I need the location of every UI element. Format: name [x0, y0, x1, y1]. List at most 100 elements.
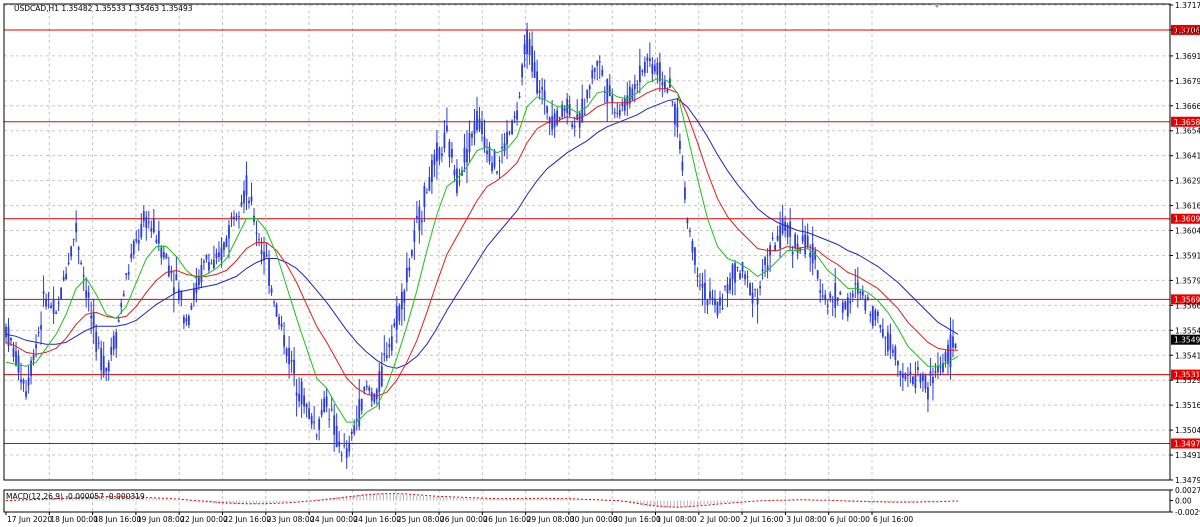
price-tick-label: 1.36415 — [1175, 152, 1200, 161]
candle-body — [55, 312, 58, 314]
candle-body — [270, 288, 273, 293]
candle-body — [160, 247, 163, 258]
candle-body — [724, 285, 726, 287]
candle-body — [45, 298, 47, 307]
candle-body — [824, 294, 827, 301]
candle-body — [182, 316, 185, 324]
candle-body — [947, 344, 949, 364]
candle-body — [456, 168, 458, 194]
candle-body — [187, 315, 190, 326]
scroll-marker[interactable] — [934, 4, 940, 8]
candle-body — [27, 377, 30, 386]
candle-body — [806, 235, 809, 246]
price-tick-label: 1.35290 — [1175, 376, 1200, 385]
candle-body — [30, 360, 32, 377]
price-tick-label: 1.36665 — [1175, 102, 1200, 111]
time-tick-label: 2 Jul 00:00 — [700, 515, 740, 524]
candle-body — [493, 150, 496, 168]
candle-body — [681, 161, 684, 171]
price-tick-label: 1.35165 — [1175, 401, 1200, 410]
candle-body — [954, 343, 957, 348]
candle-body — [851, 293, 854, 297]
candle-body — [939, 366, 942, 368]
candle-body — [418, 206, 421, 231]
candle-body — [741, 262, 744, 272]
candle-body — [205, 254, 208, 260]
candle-body — [315, 435, 318, 437]
candle-body — [593, 68, 596, 72]
candle-body — [115, 332, 118, 349]
candle-body — [393, 323, 396, 327]
candle-body — [423, 185, 426, 208]
candle-body — [213, 259, 215, 269]
candle-body — [513, 116, 516, 118]
candle-body — [340, 454, 343, 456]
macd-tick-label: -0.00295 — [1175, 508, 1200, 517]
candle-body — [436, 142, 438, 162]
candle-body — [373, 393, 376, 403]
candle-body — [831, 300, 834, 302]
candle-body — [127, 272, 130, 275]
candle-body — [47, 295, 50, 297]
price-tick-label: 1.35790 — [1175, 276, 1200, 285]
candle-body — [238, 216, 240, 218]
price-tick-label: 1.34915 — [1175, 451, 1200, 460]
candle-body — [343, 445, 346, 447]
chart-labels: USDCAD,H1 1.35482 1.35533 1.35463 1.3549… — [6, 4, 193, 501]
price-tick-label: 1.35415 — [1175, 351, 1200, 360]
candle-body — [403, 290, 406, 303]
chart-axes: 17 Jun 202018 Jun 00:0018 Jun 16:0019 Ju… — [3, 1, 1200, 524]
candle-body — [385, 355, 388, 359]
candle-body — [243, 190, 245, 204]
candle-body — [864, 298, 867, 311]
candle-body — [338, 441, 341, 447]
horizontal-levels[interactable]: 1.370451.365851.360991.356951.353181.349… — [4, 24, 1200, 449]
candle-body — [759, 286, 761, 289]
candle-body — [165, 254, 168, 259]
candle-body — [390, 336, 393, 351]
time-tick-label: 1 Jul 08:00 — [657, 515, 697, 524]
candle-body — [784, 222, 787, 231]
candle-body — [150, 228, 153, 232]
candle-body — [298, 394, 301, 402]
candle-body — [779, 225, 782, 249]
usdcad-chart: 1.370451.365851.360991.356951.353181.349… — [3, 1, 1200, 524]
candle-body — [816, 270, 819, 279]
candle-body — [233, 216, 235, 219]
candle-body — [471, 133, 473, 138]
candle-body — [771, 237, 774, 239]
time-tick-label: 30 Jun 00:00 — [570, 515, 618, 524]
candle-body — [568, 103, 571, 116]
candle-body — [511, 120, 513, 135]
candle-body — [912, 376, 914, 384]
candle-body — [651, 64, 654, 74]
candle-body — [538, 90, 541, 93]
candle-body — [949, 334, 952, 368]
candle-body — [496, 171, 498, 174]
candle-body — [313, 421, 316, 423]
chart-grid — [4, 4, 1170, 512]
candle-body — [210, 263, 213, 265]
candle-body — [553, 113, 556, 128]
candle-body — [323, 398, 326, 413]
candle-body — [641, 70, 644, 72]
candle-body — [293, 359, 296, 374]
candle-body — [546, 106, 549, 113]
candle-body — [415, 215, 418, 219]
price-tick-label: 1.36290 — [1175, 177, 1200, 186]
candle-body — [684, 187, 686, 200]
candle-body — [906, 374, 909, 376]
candle-body — [370, 391, 373, 401]
candle-body — [658, 62, 661, 82]
candle-body — [674, 103, 676, 125]
candle-body — [333, 415, 336, 435]
candle-body — [70, 246, 73, 257]
candle-body — [696, 275, 699, 277]
candle-body — [596, 60, 599, 66]
price-tick-label: 1.36165 — [1175, 202, 1200, 211]
candle-body — [791, 251, 794, 255]
candle-body — [100, 347, 103, 371]
candle-body — [481, 121, 483, 135]
candle-body — [335, 425, 338, 447]
time-tick-label: 24 Jun 00:00 — [310, 515, 358, 524]
